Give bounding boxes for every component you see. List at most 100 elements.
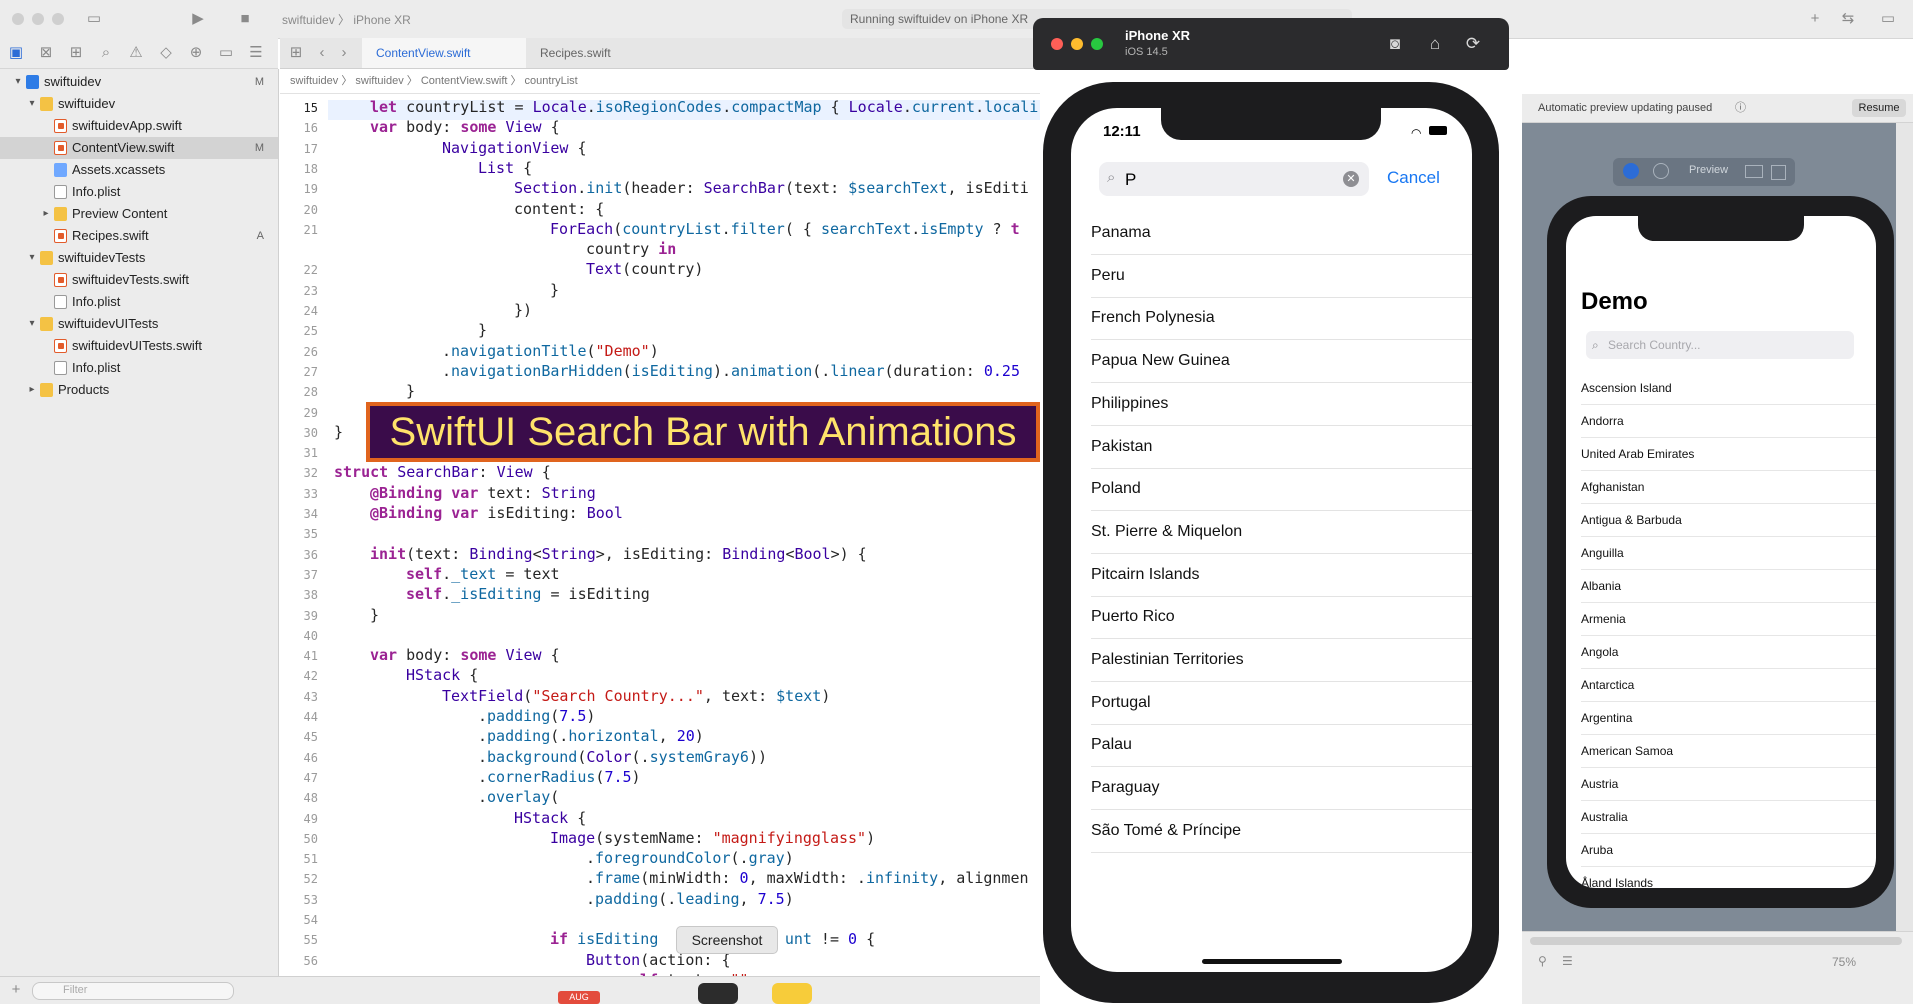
tab-recipes[interactable]: Recipes.swift bbox=[526, 38, 690, 68]
result-row[interactable]: French Polynesia bbox=[1091, 297, 1472, 341]
navigator-item[interactable]: Info.plist bbox=[0, 291, 278, 313]
navigator-item[interactable]: Recipes.swift A bbox=[0, 225, 278, 247]
navigator-item[interactable]: ▾ swiftuidevUITests bbox=[0, 313, 278, 335]
horizontal-scrollbar[interactable] bbox=[1530, 937, 1902, 945]
pin-icon[interactable]: ⚲ bbox=[1538, 954, 1547, 968]
navigator-item[interactable]: swiftuidevUITests.swift bbox=[0, 335, 278, 357]
scheme-separator: 〉 bbox=[338, 13, 351, 27]
disclosure-closed-icon[interactable]: ▸ bbox=[40, 203, 52, 225]
symbol-navigator-icon[interactable]: ⊞ bbox=[66, 43, 86, 63]
calendar-dock-icon[interactable]: AUG bbox=[558, 991, 600, 1004]
result-row[interactable]: Palau bbox=[1091, 724, 1472, 768]
result-row[interactable]: Palestinian Territories bbox=[1091, 639, 1472, 682]
inspect-icon[interactable] bbox=[1653, 163, 1669, 179]
rotate-icon[interactable]: ⟳ bbox=[1461, 32, 1485, 56]
navigator-item[interactable]: ▾ swiftuidevTests bbox=[0, 247, 278, 269]
forward-icon[interactable]: › bbox=[334, 43, 354, 63]
back-icon[interactable]: ‹ bbox=[312, 43, 332, 63]
debug-navigator-icon[interactable]: ⊕ bbox=[186, 43, 206, 63]
navigator-item[interactable]: Info.plist bbox=[0, 181, 278, 203]
disclosure-open-icon[interactable]: ▾ bbox=[26, 247, 38, 269]
navigator-item[interactable]: ContentView.swift M bbox=[0, 137, 278, 159]
navigator-item[interactable]: Info.plist bbox=[0, 357, 278, 379]
add-file-icon[interactable]: + bbox=[6, 980, 26, 1000]
navigator-item[interactable]: ▾ swiftuidev bbox=[0, 93, 278, 115]
line-number: 49 bbox=[303, 811, 318, 826]
home-indicator[interactable] bbox=[1202, 959, 1342, 964]
result-row[interactable]: Peru bbox=[1091, 255, 1472, 298]
navigator-item[interactable]: ▸ Preview Content bbox=[0, 203, 278, 225]
duplicate-preview-icon[interactable] bbox=[1771, 165, 1786, 180]
code-line: let countryList = Locale.isoRegionCodes.… bbox=[370, 98, 1039, 116]
asset-catalog-icon bbox=[54, 163, 67, 177]
preview-button[interactable]: Preview bbox=[1689, 164, 1728, 176]
simulator-zoom-button[interactable] bbox=[1091, 38, 1103, 50]
result-row[interactable]: Papua New Guinea bbox=[1091, 340, 1472, 384]
simulator-screen[interactable]: 12:11 ◠ ⌕ P ✕ Cancel Panama Peru French Po… bbox=[1071, 108, 1472, 972]
result-row[interactable]: Philippines bbox=[1091, 383, 1472, 426]
line-number: 40 bbox=[303, 628, 318, 643]
minimize-window-button[interactable] bbox=[32, 13, 44, 25]
home-icon[interactable]: ⌂ bbox=[1423, 32, 1447, 56]
code-line: NavigationView { bbox=[442, 138, 587, 157]
grid-icon[interactable]: ⊞ bbox=[286, 43, 306, 63]
result-row[interactable]: São Tomé & Príncipe bbox=[1091, 810, 1472, 853]
live-preview-icon[interactable] bbox=[1623, 163, 1639, 179]
result-row[interactable]: Panama bbox=[1091, 212, 1472, 255]
stop-icon[interactable]: ■ bbox=[235, 9, 255, 29]
camera-icon[interactable]: ◙ bbox=[1383, 32, 1407, 56]
scheme-selector[interactable]: swiftuidev 〉 iPhone XR bbox=[282, 11, 411, 28]
result-row[interactable]: St. Pierre & Miquelon bbox=[1091, 511, 1472, 554]
result-row[interactable]: Portugal bbox=[1091, 682, 1472, 725]
test-navigator-icon[interactable]: ◇ bbox=[156, 43, 176, 63]
result-row[interactable]: Pitcairn Islands bbox=[1091, 554, 1472, 597]
info-icon[interactable]: ⓘ bbox=[1735, 94, 1746, 122]
code-review-icon[interactable]: ⇆ bbox=[1838, 9, 1858, 29]
issue-navigator-icon[interactable]: ⚠ bbox=[126, 43, 146, 63]
preview-search-field: ⌕ Search Country... bbox=[1586, 331, 1854, 359]
filter-field[interactable]: Filter bbox=[32, 982, 234, 1000]
navigator-item[interactable]: Assets.xcassets bbox=[0, 159, 278, 181]
clear-icon[interactable]: ✕ bbox=[1343, 171, 1359, 187]
add-icon[interactable]: + bbox=[1805, 9, 1825, 29]
resume-button[interactable]: Resume bbox=[1852, 99, 1906, 117]
device-settings-icon[interactable] bbox=[1745, 165, 1763, 178]
disclosure-open-icon[interactable]: ▾ bbox=[12, 71, 24, 93]
code-line: } bbox=[550, 280, 560, 299]
code-line: Section.init(header: SearchBar(text: $se… bbox=[514, 179, 1029, 198]
sidebar-toggle-icon[interactable]: ▭ bbox=[84, 9, 104, 29]
jump-bar[interactable]: swiftuidev 〉 swiftuidev 〉 ContentView.sw… bbox=[280, 69, 1040, 94]
navigator-item[interactable]: ▾ swiftuidev M bbox=[0, 71, 278, 93]
code-editor[interactable]: let countryList = Locale.isoRegionCodes.… bbox=[334, 94, 1044, 989]
navigator-item[interactable]: ▸ Products bbox=[0, 379, 278, 401]
preview-country-row: Australia bbox=[1581, 801, 1876, 834]
variants-icon[interactable]: ☰ bbox=[1562, 954, 1573, 968]
screenshot-dock-icon[interactable] bbox=[698, 983, 738, 1004]
run-icon[interactable]: ▶ bbox=[188, 9, 208, 29]
zoom-window-button[interactable] bbox=[52, 13, 64, 25]
find-navigator-icon[interactable]: ⌕ bbox=[96, 43, 116, 63]
cancel-button[interactable]: Cancel bbox=[1387, 168, 1440, 188]
disclosure-closed-icon[interactable]: ▸ bbox=[26, 379, 38, 401]
result-row[interactable]: Puerto Rico bbox=[1091, 596, 1472, 640]
result-row[interactable]: Pakistan bbox=[1091, 426, 1472, 469]
search-field[interactable]: ⌕ P ✕ bbox=[1099, 162, 1369, 196]
navigator-item[interactable]: swiftuidevTests.swift bbox=[0, 269, 278, 291]
report-navigator-icon[interactable]: ☰ bbox=[246, 43, 266, 63]
result-row[interactable]: Paraguay bbox=[1091, 767, 1472, 811]
notes-dock-icon[interactable] bbox=[772, 983, 812, 1004]
swift-file-icon bbox=[54, 273, 67, 287]
inspector-toggle-icon[interactable]: ▭ bbox=[1878, 9, 1898, 29]
close-window-button[interactable] bbox=[12, 13, 24, 25]
breakpoint-navigator-icon[interactable]: ▭ bbox=[216, 43, 236, 63]
tab-contentview[interactable]: ContentView.swift bbox=[362, 38, 526, 68]
result-row[interactable]: Poland bbox=[1091, 468, 1472, 512]
project-navigator-icon[interactable]: ▣ bbox=[6, 43, 26, 63]
source-control-icon[interactable]: ⊠ bbox=[36, 43, 56, 63]
disclosure-open-icon[interactable]: ▾ bbox=[26, 93, 38, 115]
zoom-level[interactable]: 75% bbox=[1832, 955, 1856, 969]
disclosure-open-icon[interactable]: ▾ bbox=[26, 313, 38, 335]
simulator-close-button[interactable] bbox=[1051, 38, 1063, 50]
simulator-minimize-button[interactable] bbox=[1071, 38, 1083, 50]
navigator-item[interactable]: swiftuidevApp.swift bbox=[0, 115, 278, 137]
